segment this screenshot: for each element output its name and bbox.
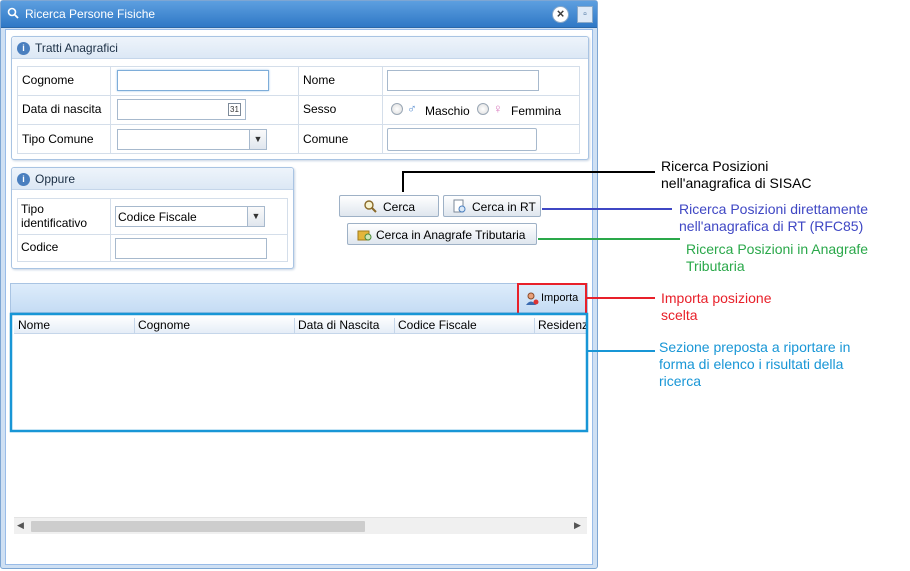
annotation-box-importa [517,283,587,315]
annotation-results: Sezione preposta a riportare in forma di … [659,339,851,389]
annotation-cerca: Ricerca Posizioni nell'anagrafica di SISA… [661,158,812,191]
annotation-lines [9,171,680,433]
annotation-cerca-rt: Ricerca Posizioni direttamente nell'anagr… [679,201,869,234]
annotation-importa: Importa posizione scelta [661,290,772,323]
annotation-line-cerca [402,171,655,192]
annotation-cerca-anagrafe: Ricerca Posizioni in Anagrafe Tributaria [686,241,869,274]
annotation-box-results [9,312,589,433]
